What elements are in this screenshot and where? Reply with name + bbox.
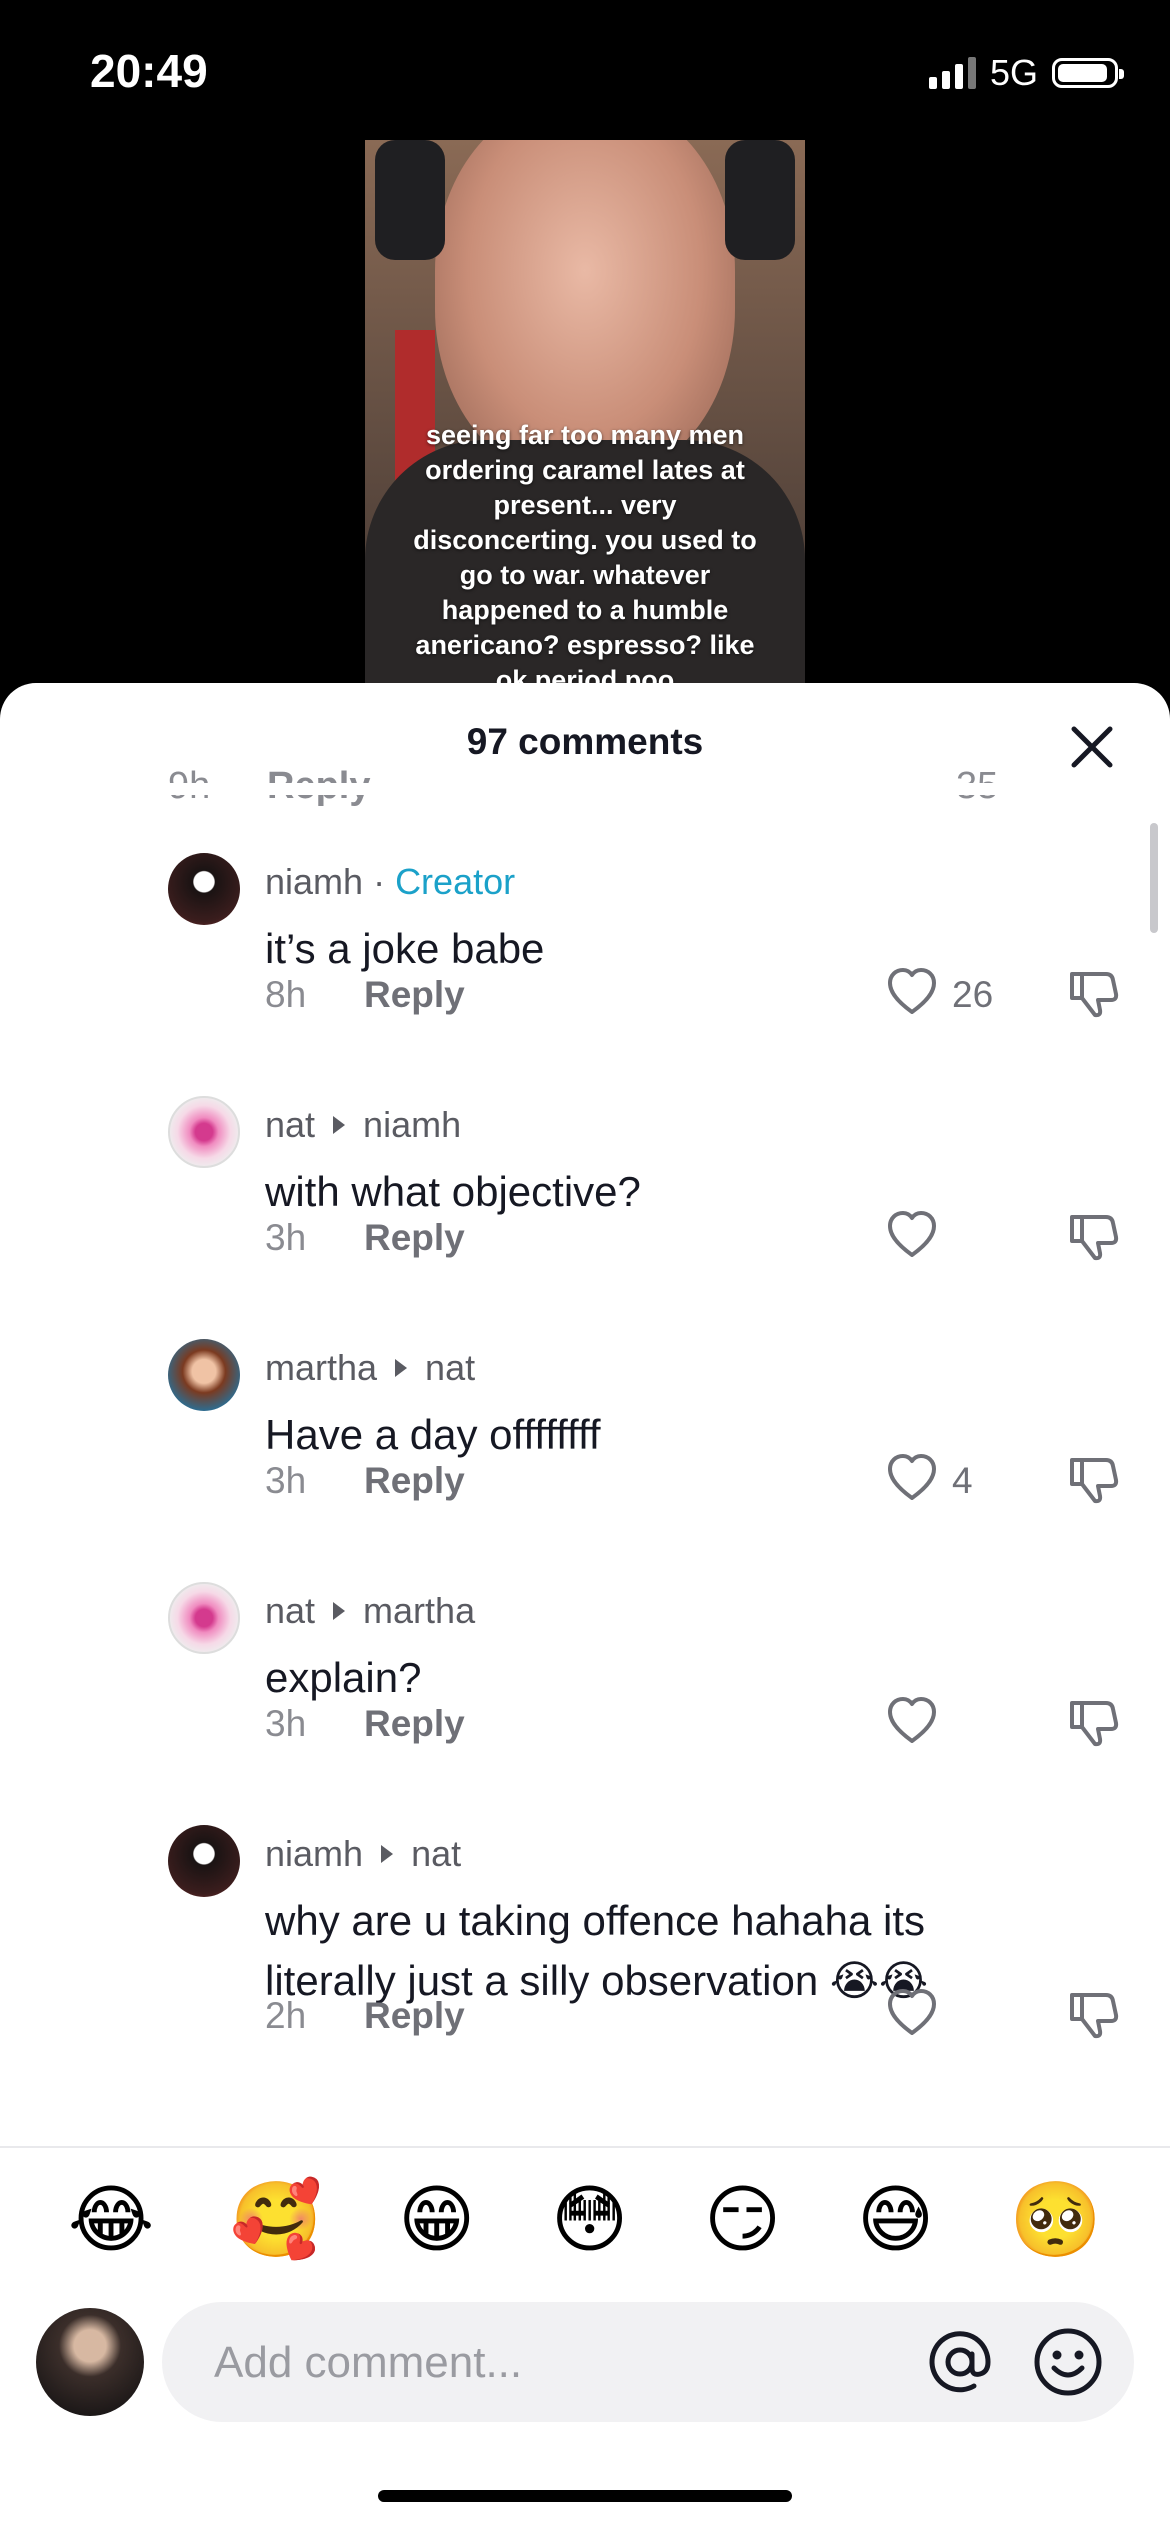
reply-to-username[interactable]: martha <box>363 1590 475 1632</box>
status-time: 20:49 <box>90 45 208 97</box>
emoji-option[interactable]: 🥺 <box>1010 2175 1102 2265</box>
emoji-option[interactable]: 😂 <box>68 2175 154 2265</box>
emoji-option[interactable]: 😅 <box>857 2175 934 2265</box>
comment-meta: niamh · Creator <box>265 861 515 903</box>
dislike-icon[interactable] <box>1064 1985 1120 2041</box>
comment-time: 2h <box>265 1995 307 2036</box>
comment-meta: nat martha <box>265 1590 475 1632</box>
smiley-icon[interactable] <box>1030 2324 1106 2400</box>
like-count: 26 <box>952 974 994 1015</box>
reply-arrow-icon <box>381 1845 394 1863</box>
comment-actions: 8h Reply 26 <box>0 968 1170 1024</box>
status-bar: 20:49 5G <box>0 0 1170 140</box>
comment-meta: martha nat <box>265 1347 475 1389</box>
comment-actions: 3h Reply <box>0 1211 1170 1267</box>
reply-button[interactable]: Reply <box>364 974 465 1016</box>
reply-button[interactable]: Reply <box>364 1217 465 1259</box>
avatar[interactable] <box>168 1339 240 1411</box>
reply-arrow-icon <box>395 1359 408 1377</box>
username[interactable]: nat <box>265 1590 315 1632</box>
comment-composer <box>162 2302 1134 2424</box>
comment-meta: nat niamh <box>265 1104 461 1146</box>
partial-comment-footer: 9h Reply 35 <box>0 765 1170 815</box>
username[interactable]: niamh <box>265 1833 363 1875</box>
separator: · <box>373 861 386 902</box>
comment-time: 3h <box>265 1217 307 1258</box>
emoji-option[interactable]: 😏 <box>704 2175 781 2265</box>
comment-text: it’s a joke babe <box>265 925 545 972</box>
emoji-quick-bar: 😂 🥰 😁 😳 😏 😅 🥺 <box>0 2170 1170 2270</box>
comment-actions: 3h Reply 4 <box>0 1454 1170 1510</box>
comment-actions: 2h Reply <box>0 1989 1170 2045</box>
heart-icon[interactable] <box>884 1985 940 2041</box>
reply-to-username[interactable]: nat <box>411 1833 461 1875</box>
reply-button[interactable]: Reply <box>364 1703 465 1745</box>
comment-text: explain? <box>265 1654 422 1701</box>
comment-text: why are u taking offence hahaha its lite… <box>265 1897 929 2004</box>
comments-count-title: 97 comments <box>466 721 704 762</box>
at-icon[interactable] <box>922 2324 998 2400</box>
my-avatar[interactable] <box>36 2308 144 2416</box>
status-icons: 5G <box>928 52 1124 94</box>
add-comment-input[interactable] <box>212 2302 836 2424</box>
heart-icon[interactable] <box>884 1450 940 1506</box>
heart-icon[interactable] <box>884 964 940 1020</box>
dislike-icon[interactable] <box>1064 964 1120 1020</box>
reply-arrow-icon <box>333 1116 346 1134</box>
like-count: 4 <box>952 1460 973 1501</box>
dislike-icon[interactable] <box>1064 1693 1120 1749</box>
heart-icon[interactable] <box>884 1207 940 1263</box>
comment-actions: 3h Reply <box>0 1697 1170 1753</box>
headphones-right <box>725 140 795 260</box>
reply-to-username[interactable]: nat <box>425 1347 475 1389</box>
close-icon[interactable] <box>1064 719 1120 775</box>
username[interactable]: martha <box>265 1347 377 1389</box>
avatar[interactable] <box>168 1582 240 1654</box>
emoji-option[interactable]: 😁 <box>398 2175 475 2265</box>
home-indicator[interactable] <box>378 2490 792 2502</box>
emoji-option[interactable]: 🥰 <box>230 2175 322 2265</box>
comment-meta: niamh nat <box>265 1833 461 1875</box>
avatar[interactable] <box>168 1096 240 1168</box>
comment-time: 3h <box>265 1460 307 1501</box>
avatar[interactable] <box>168 853 240 925</box>
username[interactable]: nat <box>265 1104 315 1146</box>
comment-item[interactable]: nat niamh with what objective? <box>0 1096 1170 1316</box>
network-label: 5G <box>989 52 1038 93</box>
comment-text: Have a day offffffff <box>265 1411 601 1458</box>
divider <box>0 2146 1170 2148</box>
video-caption: seeing far too many men ordering caramel… <box>413 420 757 695</box>
dislike-icon[interactable] <box>1064 1450 1120 1506</box>
heart-icon[interactable] <box>884 1693 940 1749</box>
creator-badge: Creator <box>395 861 516 902</box>
battery-icon <box>1052 58 1124 88</box>
reply-button[interactable]: Reply <box>364 1460 465 1502</box>
reply-to-username[interactable]: niamh <box>363 1104 461 1146</box>
comment-item[interactable]: nat martha explain? <box>0 1582 1170 1802</box>
comment-time: 8h <box>265 974 307 1015</box>
headphones-left <box>375 140 445 260</box>
username[interactable]: niamh <box>265 861 363 903</box>
comment-text: with what objective? <box>265 1168 641 1215</box>
dislike-icon[interactable] <box>1064 1207 1120 1263</box>
emoji-option[interactable]: 😳 <box>551 2175 628 2265</box>
signal-icon <box>928 57 976 89</box>
reply-arrow-icon <box>333 1602 346 1620</box>
comment-time: 3h <box>265 1703 307 1744</box>
avatar[interactable] <box>168 1825 240 1897</box>
comment-item[interactable]: martha nat Have a day offffffff <box>0 1339 1170 1559</box>
partial-clip <box>0 783 1170 795</box>
comments-sheet: 97 comments 9h Reply 35 niamh·Creatorit’… <box>0 683 1170 2532</box>
reply-button[interactable]: Reply <box>364 1995 465 2037</box>
video-preview[interactable]: seeing far too many men ordering caramel… <box>365 140 805 700</box>
comment-item[interactable]: niamh · Creator it’s a joke babe <box>0 853 1170 1073</box>
